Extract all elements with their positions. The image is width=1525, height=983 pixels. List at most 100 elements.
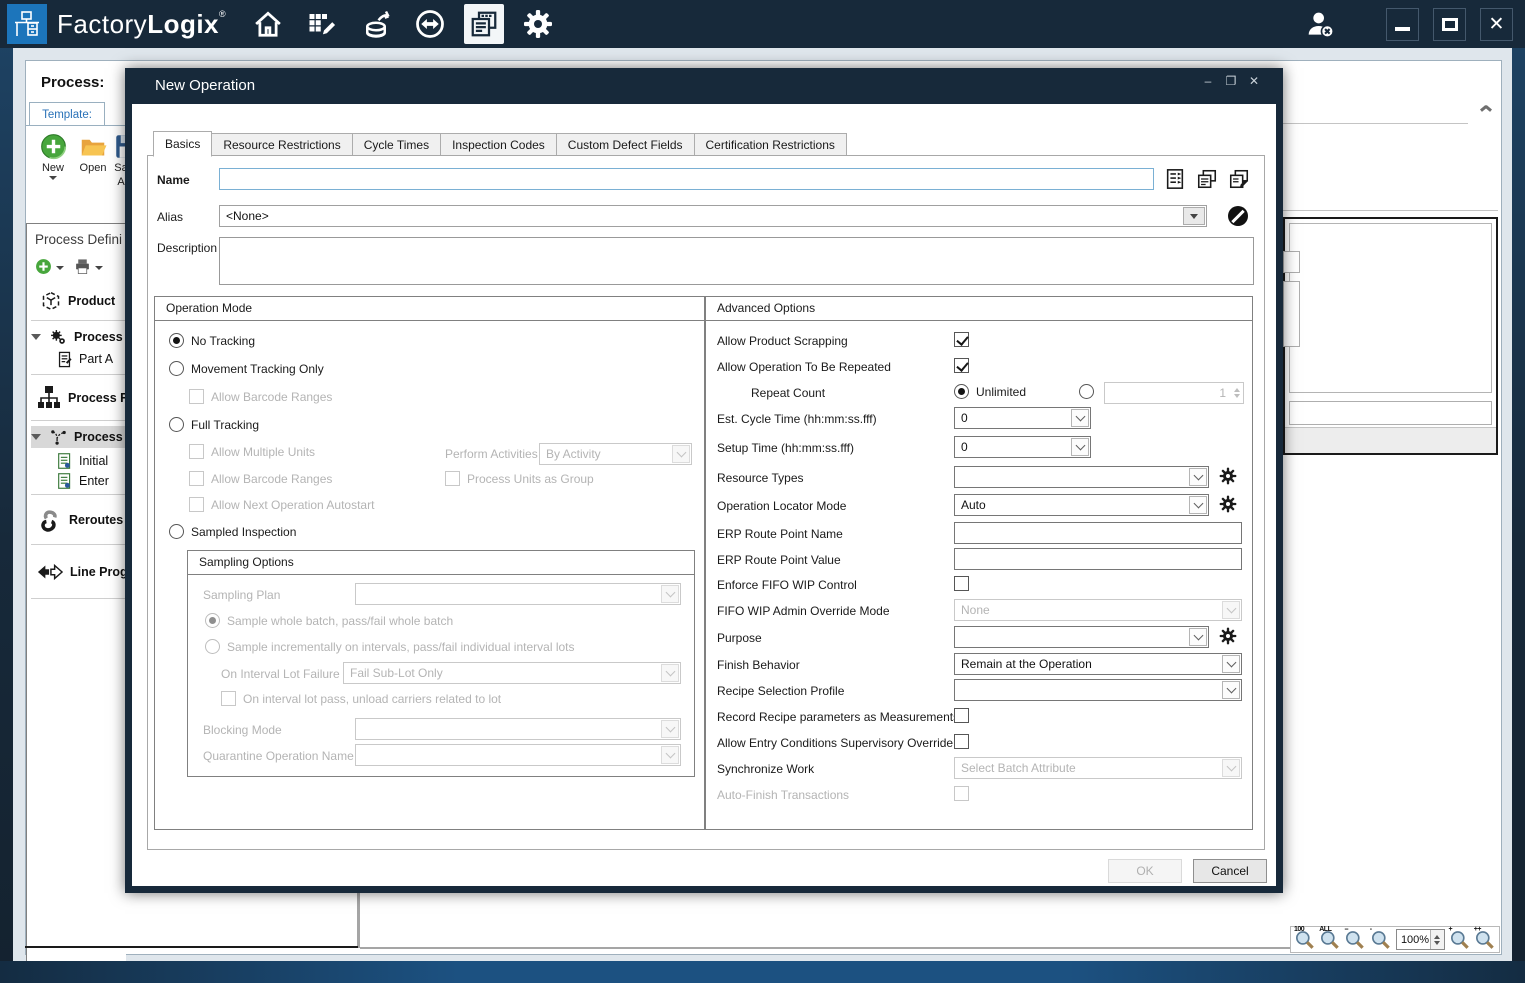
tree-item-part[interactable]: Part A xyxy=(57,348,113,370)
maximize-icon xyxy=(1442,18,1458,31)
new-button[interactable]: New xyxy=(34,133,72,180)
synchronize-work-combo[interactable]: Select Batch Attribute xyxy=(954,757,1242,779)
tree-item-process-flow[interactable]: Process F xyxy=(37,380,126,416)
print-icon[interactable] xyxy=(74,258,91,275)
allow-multiple-units-checkbox[interactable]: Allow Multiple Units xyxy=(189,444,315,459)
description-input[interactable] xyxy=(219,237,1254,285)
repeat-count-radio[interactable] xyxy=(1079,384,1094,399)
alias-combo[interactable]: <None> xyxy=(219,205,1207,227)
tree-item-product[interactable]: Product xyxy=(41,290,115,312)
app-maximize-button[interactable] xyxy=(1433,8,1466,41)
allow-product-scrapping-checkbox[interactable] xyxy=(954,332,969,347)
home-nav-button[interactable] xyxy=(248,4,288,44)
tree-item-reroutes[interactable]: Reroutes xyxy=(37,502,123,538)
pane-divider[interactable] xyxy=(357,893,360,948)
repeat-count-spinner[interactable]: 1 xyxy=(1104,382,1244,404)
est-cycle-time-combo[interactable]: 0 xyxy=(954,407,1091,429)
expander-icon[interactable] xyxy=(31,334,41,340)
erp-route-point-name-input[interactable] xyxy=(954,522,1242,544)
auto-finish-checkbox[interactable] xyxy=(954,786,969,801)
whole-batch-label: Sample whole batch, pass/fail whole batc… xyxy=(227,614,453,628)
purpose-combo[interactable] xyxy=(954,626,1209,648)
tree-item-process-selected[interactable]: Process xyxy=(31,426,126,448)
sampling-plan-combo[interactable] xyxy=(355,583,681,605)
documents-nav-button[interactable] xyxy=(464,4,504,44)
operation-locator-mode-combo[interactable]: Auto xyxy=(954,494,1209,516)
zoom-level-spinner[interactable]: 100% xyxy=(1396,929,1445,950)
sampled-inspection-radio[interactable]: Sampled Inspection xyxy=(169,524,296,539)
brand-wordmark: FactoryLogix® xyxy=(57,9,226,40)
activity-template-icon[interactable] xyxy=(1164,168,1186,190)
no-tracking-radio[interactable]: No Tracking xyxy=(169,333,255,348)
zoom-in-button[interactable]: + xyxy=(1448,927,1472,952)
tab-inspection-codes[interactable]: Inspection Codes xyxy=(441,133,557,157)
full-tracking-radio[interactable]: Full Tracking xyxy=(169,417,259,432)
allow-next-operation-autostart-checkbox[interactable]: Allow Next Operation Autostart xyxy=(189,497,374,512)
tab-basics[interactable]: Basics xyxy=(153,131,212,157)
allow-barcode-ranges-checkbox[interactable]: Allow Barcode Ranges xyxy=(189,389,332,404)
unload-carriers-checkbox[interactable]: On interval lot pass, unload carriers re… xyxy=(221,691,501,706)
settings-nav-button[interactable] xyxy=(518,4,558,44)
zoom-100-button[interactable]: 100 xyxy=(1293,927,1317,952)
ok-button[interactable]: OK xyxy=(1108,859,1182,883)
incremental-radio[interactable]: Sample incrementally on intervals, pass/… xyxy=(205,639,575,654)
operation-locator-settings-gear-icon[interactable] xyxy=(1218,494,1238,514)
zoom-in-double-button[interactable]: ++ xyxy=(1473,927,1497,952)
tab-certification-restrictions[interactable]: Certification Restrictions xyxy=(695,133,847,157)
tree-item-line-prog[interactable]: Line Prog xyxy=(37,554,126,590)
worksheet-nav-button[interactable] xyxy=(302,4,342,44)
add-item-icon[interactable] xyxy=(35,258,52,275)
purpose-settings-gear-icon[interactable] xyxy=(1218,626,1238,646)
erp-route-point-value-input[interactable] xyxy=(954,548,1242,570)
process-units-as-group-checkbox[interactable]: Process Units as Group xyxy=(445,471,594,486)
print-caret[interactable] xyxy=(95,266,103,270)
enforce-fifo-checkbox[interactable] xyxy=(954,576,969,591)
tree-item-process[interactable]: Process xyxy=(31,326,123,348)
zoom-out-button[interactable]: - xyxy=(1369,927,1393,952)
finish-behavior-combo[interactable]: Remain at the Operation xyxy=(954,653,1242,675)
tab-cycle-times[interactable]: Cycle Times xyxy=(353,133,441,157)
record-recipe-checkbox[interactable] xyxy=(954,708,969,723)
quarantine-operation-name-combo[interactable] xyxy=(355,744,681,766)
perform-activities-combo[interactable]: By Activity xyxy=(539,443,692,465)
copy-operation-icon[interactable] xyxy=(1196,168,1218,190)
allow-barcode-ranges-2-checkbox[interactable]: Allow Barcode Ranges xyxy=(189,471,332,486)
movement-tracking-radio[interactable]: Movement Tracking Only xyxy=(169,361,324,376)
blocking-mode-combo[interactable] xyxy=(355,718,681,740)
cancel-button[interactable]: Cancel xyxy=(1193,859,1267,883)
database-nav-button[interactable] xyxy=(356,4,396,44)
tree-item-initial[interactable]: Initial xyxy=(57,450,108,472)
tree-item-enter[interactable]: Enter xyxy=(57,470,109,492)
tab-resource-restrictions[interactable]: Resource Restrictions xyxy=(212,133,352,157)
on-interval-lot-failure-combo[interactable]: Fail Sub-Lot Only xyxy=(343,662,681,684)
zoom-all-button[interactable]: ALL xyxy=(1318,927,1342,952)
unlimited-radio[interactable]: Unlimited xyxy=(954,384,1026,399)
app-minimize-button[interactable] xyxy=(1386,8,1419,41)
alias-clear-icon[interactable] xyxy=(1228,206,1248,226)
tab-template[interactable]: Template: xyxy=(29,102,105,126)
copy-operation-edit-icon[interactable] xyxy=(1228,168,1250,190)
dialog-maximize-button[interactable]: ❐ xyxy=(1224,74,1238,88)
resource-types-combo[interactable] xyxy=(954,466,1209,488)
open-button[interactable]: Open xyxy=(74,133,112,174)
fifo-admin-combo[interactable]: None xyxy=(954,599,1242,621)
dialog-minimize-button[interactable]: – xyxy=(1201,74,1215,88)
sync-nav-button[interactable] xyxy=(410,4,450,44)
dialog-close-button[interactable]: ✕ xyxy=(1247,74,1261,88)
zoom-out-double-button[interactable]: -- xyxy=(1343,927,1367,952)
entry-override-checkbox[interactable] xyxy=(954,734,969,749)
collapse-chevron-icon[interactable] xyxy=(1480,102,1492,114)
recipe-profile-combo[interactable] xyxy=(954,679,1242,701)
zoom-spin-buttons[interactable] xyxy=(1430,930,1444,949)
user-logout-icon[interactable] xyxy=(1304,8,1336,40)
resource-types-settings-gear-icon[interactable] xyxy=(1218,466,1238,486)
expander-icon[interactable] xyxy=(31,434,41,440)
tab-custom-defect-fields[interactable]: Custom Defect Fields xyxy=(557,133,695,157)
radio-icon xyxy=(169,361,184,376)
whole-batch-radio[interactable]: Sample whole batch, pass/fail whole batc… xyxy=(205,613,453,628)
setup-time-combo[interactable]: 0 xyxy=(954,436,1091,458)
name-input[interactable] xyxy=(219,168,1154,190)
add-item-caret[interactable] xyxy=(56,266,64,270)
app-close-button[interactable]: ✕ xyxy=(1480,8,1513,41)
allow-operation-repeated-checkbox[interactable] xyxy=(954,358,969,373)
